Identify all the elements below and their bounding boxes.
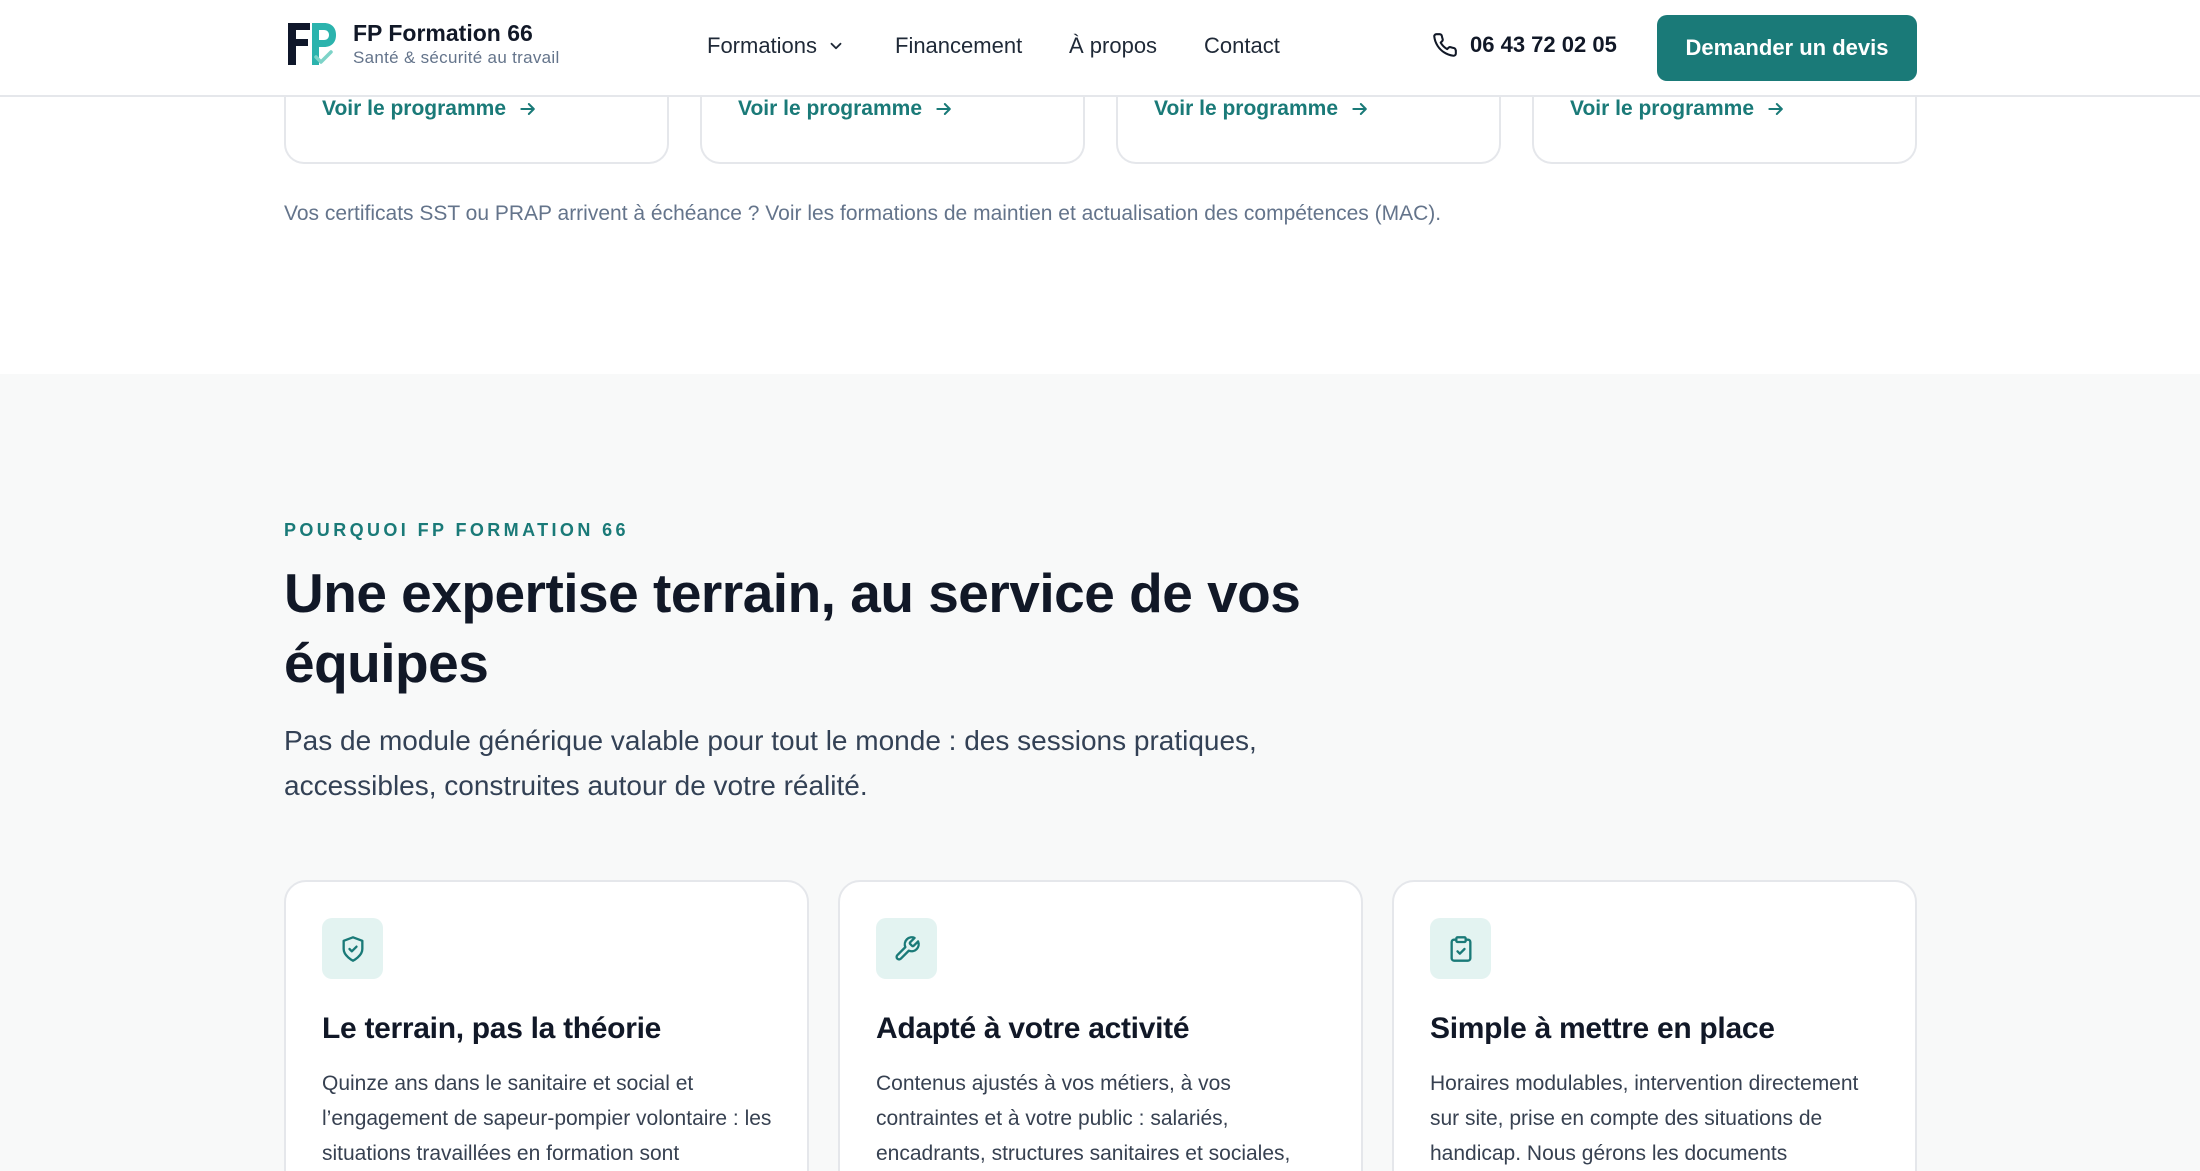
- wrench-icon: [895, 935, 920, 960]
- feature-card: Le terrain, pas la théorie Quinze ans da…: [284, 880, 809, 1171]
- section-lead: Pas de module générique valable pour tou…: [284, 725, 1257, 801]
- feature-icon-badge: [876, 918, 937, 979]
- phone-icon: [1433, 33, 1457, 57]
- feature-title: Le terrain, pas la théorie: [322, 1012, 661, 1045]
- shield-check-icon: [342, 935, 363, 962]
- section-headline: Une expertise terrain, au service de vos…: [284, 562, 1301, 694]
- feature-icon-badge: [322, 918, 383, 979]
- mac-note[interactable]: Vos certificats SST ou PRAP arrivent à é…: [284, 202, 1441, 226]
- feature-title: Simple à mettre en place: [1430, 1012, 1775, 1045]
- feature-card: Adapté à votre activité Contenus ajustés…: [838, 880, 1363, 1171]
- feature-text: Horaires modulables, intervention direct…: [1430, 1072, 1859, 1165]
- programme-link-label: Voir le programme: [738, 97, 922, 120]
- arrow-right-icon: [936, 103, 951, 115]
- feature-text: Contenus ajustés à vos métiers, à vos co…: [876, 1072, 1291, 1165]
- why-section: POURQUOI FP FORMATION 66 Une expertise t…: [0, 374, 2200, 1171]
- programme-link[interactable]: Voir le programme: [1570, 97, 1786, 121]
- programme-link[interactable]: Voir le programme: [322, 97, 538, 121]
- logo-icon[interactable]: [284, 17, 338, 71]
- nav-financement[interactable]: Financement: [895, 33, 1022, 59]
- feature-text: Quinze ans dans le sanitaire et social e…: [322, 1072, 772, 1165]
- nav-apropos[interactable]: À propos: [1069, 33, 1157, 59]
- feature-title: Adapté à votre activité: [876, 1012, 1190, 1045]
- brand-tagline: Santé & sécurité au travail: [353, 48, 560, 67]
- phone-number: 06 43 72 02 05: [1470, 32, 1617, 57]
- arrow-right-icon: [1768, 103, 1783, 115]
- nav-formations-label: Formations: [707, 33, 818, 58]
- phone-link[interactable]: 06 43 72 02 05: [1432, 32, 1617, 58]
- nav-formations[interactable]: Formations: [707, 33, 845, 59]
- site-header: FP Formation 66 Santé & sécurité au trav…: [0, 0, 2200, 97]
- feature-card: Simple à mettre en place Horaires modula…: [1392, 880, 1917, 1171]
- nav-contact[interactable]: Contact: [1204, 33, 1280, 59]
- arrow-right-icon: [520, 103, 535, 115]
- programme-link[interactable]: Voir le programme: [738, 97, 954, 121]
- brand-name[interactable]: FP Formation 66: [353, 20, 533, 47]
- programme-link[interactable]: Voir le programme: [1154, 97, 1370, 121]
- section-eyebrow: POURQUOI FP FORMATION 66: [284, 520, 629, 540]
- chevron-down-icon: [830, 42, 842, 50]
- request-quote-button[interactable]: Demander un devis: [1657, 15, 1917, 81]
- programme-link-label: Voir le programme: [322, 97, 506, 120]
- programme-link-label: Voir le programme: [1154, 97, 1338, 120]
- clipboard-check-icon: [1450, 935, 1471, 962]
- feature-icon-badge: [1430, 918, 1491, 979]
- arrow-right-icon: [1352, 103, 1367, 115]
- programme-link-label: Voir le programme: [1570, 97, 1754, 120]
